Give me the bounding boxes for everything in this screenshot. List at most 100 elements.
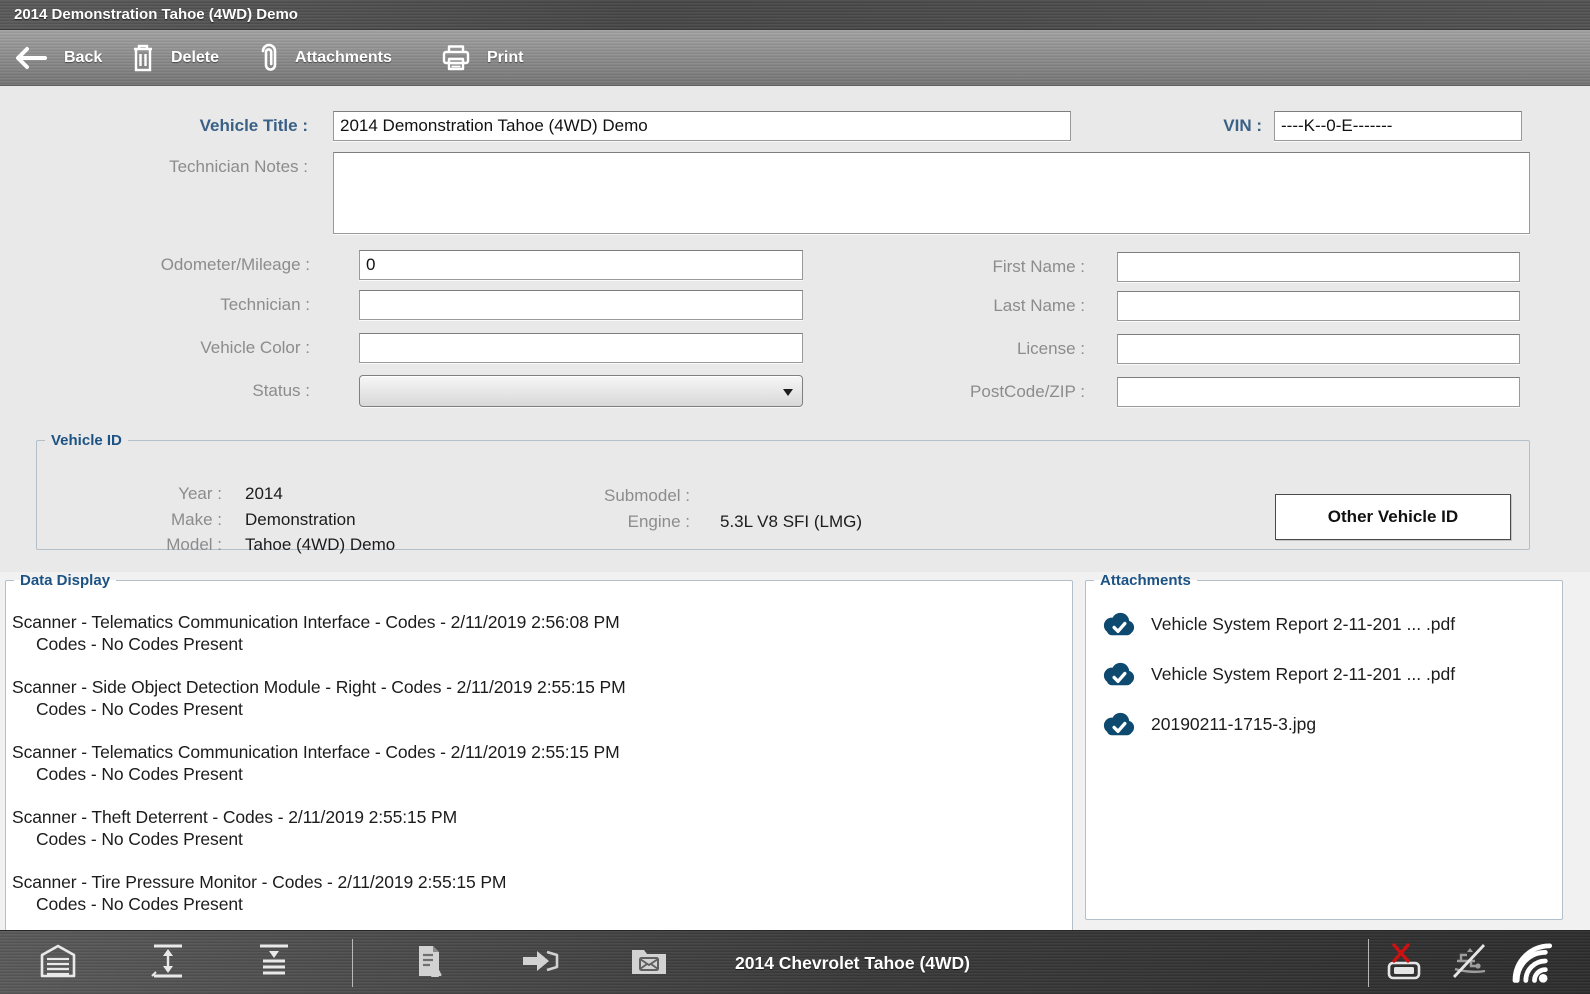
vehicle-record-window: 2014 Demonstration Tahoe (4WD) Demo Back… [0, 0, 1590, 994]
data-display-entry[interactable]: Scanner - Theft Deterrent - Codes - 2/11… [12, 806, 1064, 850]
collapse-rows-icon [254, 942, 294, 985]
back-button[interactable]: Back [14, 30, 102, 86]
bottom-toolbar: ! 2014 Chevrolet Tahoe (4WD) [0, 930, 1590, 994]
technician-input[interactable] [359, 290, 803, 320]
home-garage-icon [39, 943, 77, 984]
data-display-section: Data Display Scanner - Telematics Commun… [5, 572, 1073, 932]
attachments-legend: Attachments [1094, 572, 1197, 589]
last-name-input[interactable] [1117, 291, 1520, 321]
paperclip-icon [259, 42, 279, 74]
data-display-entry[interactable]: Scanner - Tire Pressure Monitor - Codes … [12, 871, 1064, 915]
cloud-check-icon [1100, 660, 1137, 689]
vehicle-id-section: Vehicle ID Year : 2014 Make : Demonstrat… [36, 432, 1530, 550]
last-name-label: Last Name : [855, 291, 1085, 321]
vehicle-id-body: Year : 2014 Make : Demonstration Model :… [37, 449, 1529, 549]
delete-button[interactable]: Delete [131, 30, 219, 86]
attachment-item[interactable]: 20190211-1715-3.jpg [1100, 709, 1562, 740]
submodel-label: Submodel : [477, 485, 690, 507]
print-button[interactable]: Print [441, 30, 523, 86]
postcode-input[interactable] [1117, 377, 1520, 407]
entry-title: Scanner - Theft Deterrent - Codes - 2/11… [12, 806, 1064, 828]
data-display-entry[interactable]: Scanner - Telematics Communication Inter… [12, 741, 1064, 785]
attachment-name: Vehicle System Report 2-11-201 ... .pdf [1151, 614, 1455, 635]
spacer-strip [0, 565, 1590, 572]
technician-notes-textarea[interactable] [333, 152, 1530, 234]
window-title: 2014 Demonstration Tahoe (4WD) Demo [14, 0, 298, 30]
wifi-status-indicator[interactable] [1502, 931, 1554, 994]
license-label: License : [855, 334, 1085, 364]
entry-detail: Codes - No Codes Present [12, 828, 1064, 850]
attachments-button[interactable]: Attachments [259, 30, 392, 86]
technician-label: Technician : [80, 290, 310, 320]
exit-vehicle-button[interactable] [519, 931, 561, 994]
data-display-legend: Data Display [14, 572, 116, 589]
svg-text:!: ! [434, 967, 436, 976]
main-toolbar: Back Delete Attachments Print [0, 30, 1590, 86]
status-label: Status : [80, 376, 310, 406]
delete-label: Delete [171, 49, 219, 67]
data-display-entry[interactable]: Scanner - Telematics Communication Inter… [12, 611, 1064, 655]
entry-title: Scanner - Side Object Detection Module -… [12, 676, 1064, 698]
cloud-check-icon [1100, 610, 1137, 639]
cloud-check-icon [1100, 710, 1137, 739]
scan-module-status-indicator[interactable] [1381, 931, 1425, 994]
vehicle-id-legend: Vehicle ID [45, 432, 128, 449]
print-label: Print [487, 49, 523, 67]
attachment-item[interactable]: Vehicle System Report 2-11-201 ... .pdf [1100, 609, 1562, 640]
make-label: Make : [77, 509, 222, 531]
vehicle-title-input[interactable] [333, 111, 1071, 141]
attachments-list: Vehicle System Report 2-11-201 ... .pdf … [1086, 589, 1562, 740]
footer-divider [352, 939, 353, 987]
back-label: Back [64, 49, 102, 67]
entry-title: Scanner - Telematics Communication Inter… [12, 611, 1064, 633]
license-input[interactable] [1117, 334, 1520, 364]
attachments-section: Attachments Vehicle System Report 2-11-2… [1085, 572, 1563, 920]
document-warning-icon: ! [411, 942, 449, 985]
chevron-down-icon [783, 389, 793, 396]
arrow-into-slot-icon [519, 944, 561, 983]
vehicle-report-button[interactable]: ! [411, 931, 449, 994]
odometer-label: Odometer/Mileage : [80, 250, 310, 280]
entry-detail: Codes - No Codes Present [12, 633, 1064, 655]
home-button[interactable] [39, 931, 77, 994]
collapse-view-button[interactable] [254, 931, 294, 994]
vin-input[interactable] [1274, 111, 1522, 141]
entry-detail: Codes - No Codes Present [12, 698, 1064, 720]
vehicle-title-label: Vehicle Title : [80, 111, 308, 141]
vehicle-color-label: Vehicle Color : [80, 333, 310, 363]
window-title-bar: 2014 Demonstration Tahoe (4WD) Demo [0, 0, 1590, 30]
engine-value: 5.3L V8 SFI (LMG) [720, 511, 862, 533]
odometer-input[interactable] [359, 250, 803, 280]
entry-title: Scanner - Tire Pressure Monitor - Codes … [12, 871, 1064, 893]
attachment-item[interactable]: Vehicle System Report 2-11-201 ... .pdf [1100, 659, 1562, 690]
data-display-list: Scanner - Telematics Communication Inter… [6, 589, 1072, 915]
first-name-label: First Name : [855, 252, 1085, 282]
technician-notes-label: Technician Notes : [80, 152, 308, 182]
footer-divider [1368, 939, 1369, 987]
vehicle-record-form: Vehicle Title : VIN : Technician Notes :… [0, 86, 1590, 565]
wifi-icon [1502, 937, 1554, 990]
entry-title: Scanner - Telematics Communication Inter… [12, 741, 1064, 763]
attachment-name: 20190211-1715-3.jpg [1151, 714, 1316, 735]
vehicle-color-input[interactable] [359, 333, 803, 363]
vin-label: VIN : [1140, 111, 1262, 141]
trash-icon [131, 43, 155, 73]
data-display-entry[interactable]: Scanner - Side Object Detection Module -… [12, 676, 1064, 720]
make-value: Demonstration [245, 509, 356, 531]
active-vehicle-label: 2014 Chevrolet Tahoe (4WD) [735, 931, 970, 994]
usb-disconnected-icon [1447, 939, 1493, 988]
back-arrow-icon [14, 45, 48, 71]
usb-status-indicator[interactable] [1447, 931, 1493, 994]
device-disconnected-icon [1381, 939, 1425, 988]
content-area: Data Display Scanner - Telematics Commun… [0, 565, 1590, 930]
engine-label: Engine : [477, 511, 690, 533]
data-manager-button[interactable] [629, 931, 669, 994]
status-select[interactable] [359, 375, 803, 407]
year-label: Year : [77, 483, 222, 505]
entry-detail: Codes - No Codes Present [12, 893, 1064, 915]
expand-view-button[interactable] [148, 931, 188, 994]
printer-icon [441, 44, 471, 72]
attachment-name: Vehicle System Report 2-11-201 ... .pdf [1151, 664, 1455, 685]
first-name-input[interactable] [1117, 252, 1520, 282]
other-vehicle-id-button[interactable]: Other Vehicle ID [1275, 494, 1511, 540]
